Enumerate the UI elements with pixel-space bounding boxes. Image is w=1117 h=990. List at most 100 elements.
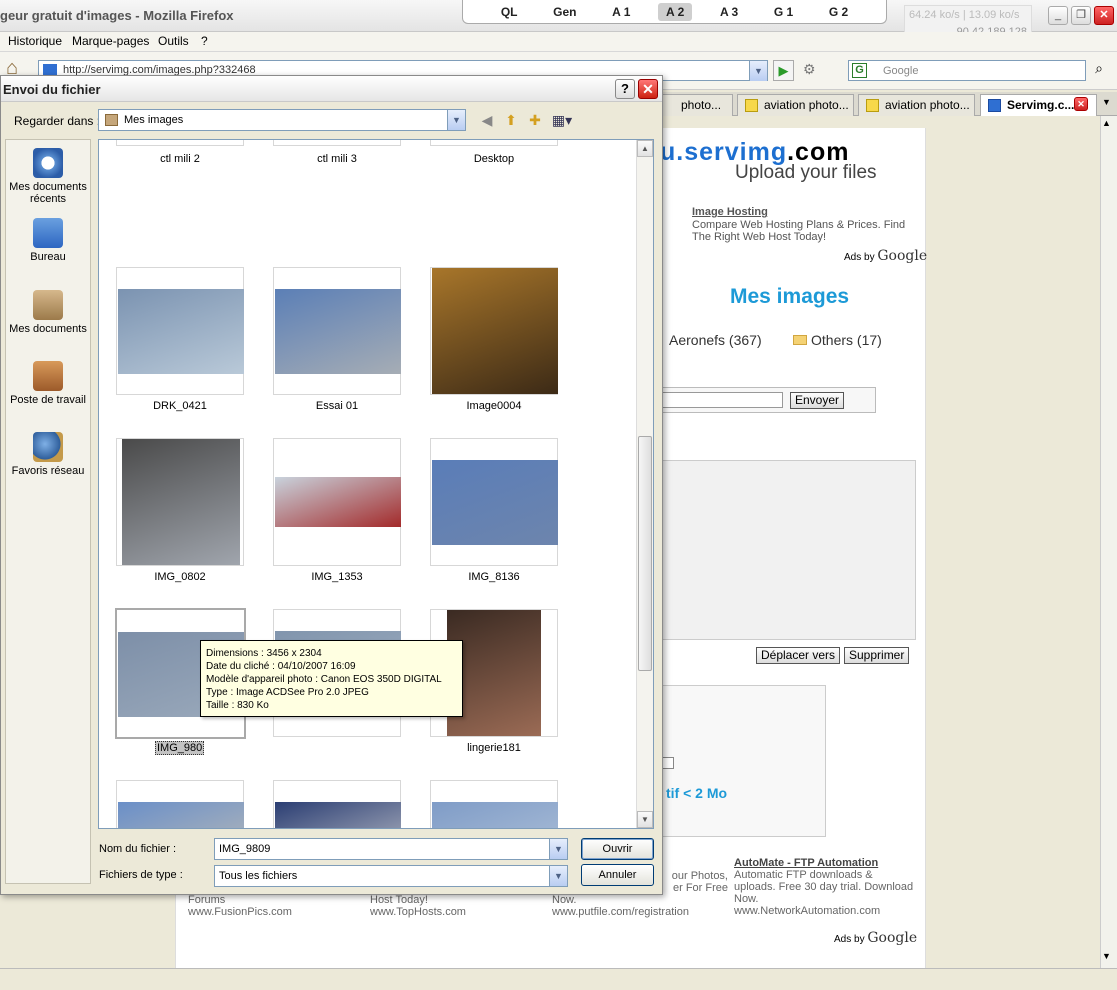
file-label[interactable]: IMG_8136 — [414, 571, 574, 583]
file-thumbnail[interactable] — [116, 140, 244, 146]
file-image — [275, 289, 401, 374]
file-label[interactable]: Desktop — [414, 153, 574, 165]
hud-gen[interactable]: Gen — [545, 3, 584, 21]
hud-ql[interactable]: QL — [493, 3, 526, 21]
view-menu-icon[interactable]: ▦▾ — [550, 111, 574, 129]
up-folder-icon[interactable]: ⬆ — [502, 111, 520, 129]
footer-ad-automate[interactable]: AutoMate - FTP Automation Automatic FTP … — [734, 857, 914, 917]
category-aeronefs[interactable]: Aeronefs (367) — [669, 332, 762, 348]
file-list-scrollbar[interactable]: ▲ ▼ — [636, 140, 653, 828]
footer-ad-3[interactable]: Now. www.putfile.com/registration — [552, 894, 689, 918]
footer-ad-4-text: our Photos, er For Free — [671, 870, 728, 894]
open-button[interactable]: Ouvrir — [581, 838, 654, 860]
file-list[interactable]: ctl mili 2 ctl mili 3 Desktop DRK_0421 E… — [98, 139, 654, 829]
tab-list-icon[interactable]: ▼ — [1102, 97, 1111, 107]
dialog-title-bar[interactable]: Envoi du fichier — [1, 76, 662, 102]
file-thumbnail[interactable] — [430, 267, 558, 395]
place-my-computer[interactable]: Poste de travail — [6, 361, 90, 406]
ads-by-google[interactable]: Ads by Google — [844, 248, 927, 264]
cancel-button[interactable]: Annuler — [581, 864, 654, 886]
file-thumbnail[interactable] — [273, 780, 401, 828]
file-label[interactable]: IMG_0802 — [100, 571, 260, 583]
file-label[interactable]: Essai 01 — [257, 400, 417, 412]
chevron-down-icon[interactable]: ▼ — [549, 866, 567, 886]
scroll-down-icon[interactable]: ▼ — [637, 811, 653, 828]
tab-2[interactable]: aviation photo... — [737, 94, 854, 116]
file-thumbnail[interactable] — [430, 140, 558, 146]
footer-ad-1-url: www.FusionPics.com — [188, 906, 292, 918]
menu-marque-pages[interactable]: Marque-pages — [72, 34, 149, 48]
upload-input[interactable] — [662, 392, 783, 408]
scrollbar-thumb[interactable] — [638, 436, 652, 671]
send-button[interactable]: Envoyer — [790, 392, 845, 409]
ads-by-label: Ads by — [844, 252, 875, 263]
scroll-up-icon[interactable]: ▲ — [637, 140, 653, 157]
help-icon[interactable]: ? — [615, 79, 635, 99]
filename-input[interactable]: IMG_9809 ▼ — [214, 838, 568, 860]
category-others[interactable]: Others (17) — [793, 332, 882, 348]
file-thumbnail[interactable] — [116, 780, 244, 828]
scroll-up-icon[interactable]: ▲ — [1102, 118, 1111, 128]
menu-outils[interactable]: Outils — [158, 34, 189, 48]
file-thumbnail[interactable] — [430, 438, 558, 566]
delete-button[interactable]: Supprimer — [844, 647, 910, 664]
place-my-documents[interactable]: Mes documents — [6, 290, 90, 335]
ad-link[interactable]: Image Hosting — [692, 206, 768, 218]
look-in-select[interactable]: Mes images ▼ — [98, 109, 466, 131]
place-network[interactable]: Favoris réseau — [6, 432, 90, 477]
hud-a1[interactable]: A 1 — [604, 3, 638, 21]
file-thumbnail[interactable] — [273, 267, 401, 395]
filetype-select[interactable]: Tous les fichiers ▼ — [214, 865, 568, 887]
file-label[interactable]: DRK_0421 — [100, 400, 260, 412]
minimize-icon[interactable]: _ — [1048, 6, 1068, 25]
footer-ad-2[interactable]: Host Today! www.TopHosts.com — [370, 894, 466, 918]
close-icon[interactable]: ✕ — [638, 79, 658, 99]
search-bar[interactable]: G Google — [848, 60, 1086, 81]
file-label[interactable]: lingerie181 — [414, 742, 574, 754]
menu-help[interactable]: ? — [201, 34, 208, 48]
file-thumbnail[interactable] — [273, 438, 401, 566]
place-recent-documents[interactable]: Mes documents récents — [6, 148, 90, 205]
tab-close-icon[interactable]: ✕ — [1074, 97, 1088, 111]
go-button[interactable]: ▶ — [773, 60, 794, 81]
file-thumbnail[interactable] — [116, 438, 244, 566]
file-image — [432, 268, 558, 394]
google-engine-icon[interactable]: G — [852, 63, 867, 78]
place-desktop[interactable]: Bureau — [6, 218, 90, 263]
restore-icon[interactable]: ❐ — [1071, 6, 1091, 25]
ads-by-google-footer[interactable]: Ads by Google — [834, 930, 917, 946]
menu-historique[interactable]: Historique — [8, 34, 62, 48]
net-rate: 64.24 ko/s | 13.09 ko/s — [909, 9, 1020, 21]
hud-g1[interactable]: G 1 — [766, 3, 801, 21]
move-to-button[interactable]: Déplacer vers — [756, 647, 841, 664]
back-icon[interactable]: ◀ — [478, 111, 496, 129]
file-label[interactable]: ctl mili 2 — [100, 153, 260, 165]
extension-icon[interactable]: ⚙ — [803, 61, 816, 78]
footer-ad-1[interactable]: Forums www.FusionPics.com — [188, 894, 292, 918]
file-label-selected[interactable]: IMG_980 — [155, 741, 205, 755]
file-label[interactable]: Image0004 — [414, 400, 574, 412]
new-folder-icon[interactable]: ✚ — [526, 111, 544, 129]
hud-a3[interactable]: A 3 — [712, 3, 746, 21]
close-icon[interactable]: ✕ — [1094, 6, 1114, 25]
search-icon[interactable]: ⌕ — [1089, 60, 1109, 81]
place-desktop-label: Bureau — [30, 251, 66, 263]
hud-g2[interactable]: G 2 — [821, 3, 856, 21]
file-label[interactable]: ctl mili 3 — [257, 153, 417, 165]
chevron-down-icon[interactable]: ▼ — [447, 110, 465, 130]
hud-a2[interactable]: A 2 — [658, 2, 693, 21]
url-dropdown-icon[interactable]: ▼ — [749, 61, 767, 81]
chevron-down-icon[interactable]: ▼ — [549, 839, 567, 859]
footer-ad-4[interactable]: our Photos, er For Free — [664, 870, 728, 894]
file-thumbnail[interactable] — [430, 780, 558, 828]
file-thumbnail[interactable] — [273, 140, 401, 146]
option-checkbox[interactable] — [662, 757, 674, 769]
scroll-down-icon[interactable]: ▼ — [1102, 951, 1111, 961]
tab-3[interactable]: aviation photo... — [858, 94, 975, 116]
image-preview-area — [662, 460, 916, 640]
filename-label: Nom du fichier : — [99, 843, 177, 855]
page-scrollbar[interactable]: ▲ ▼ — [1100, 116, 1117, 968]
file-label[interactable]: IMG_1353 — [257, 571, 417, 583]
footer-ad-3-url: www.putfile.com/registration — [552, 906, 689, 918]
file-thumbnail[interactable] — [116, 267, 244, 395]
